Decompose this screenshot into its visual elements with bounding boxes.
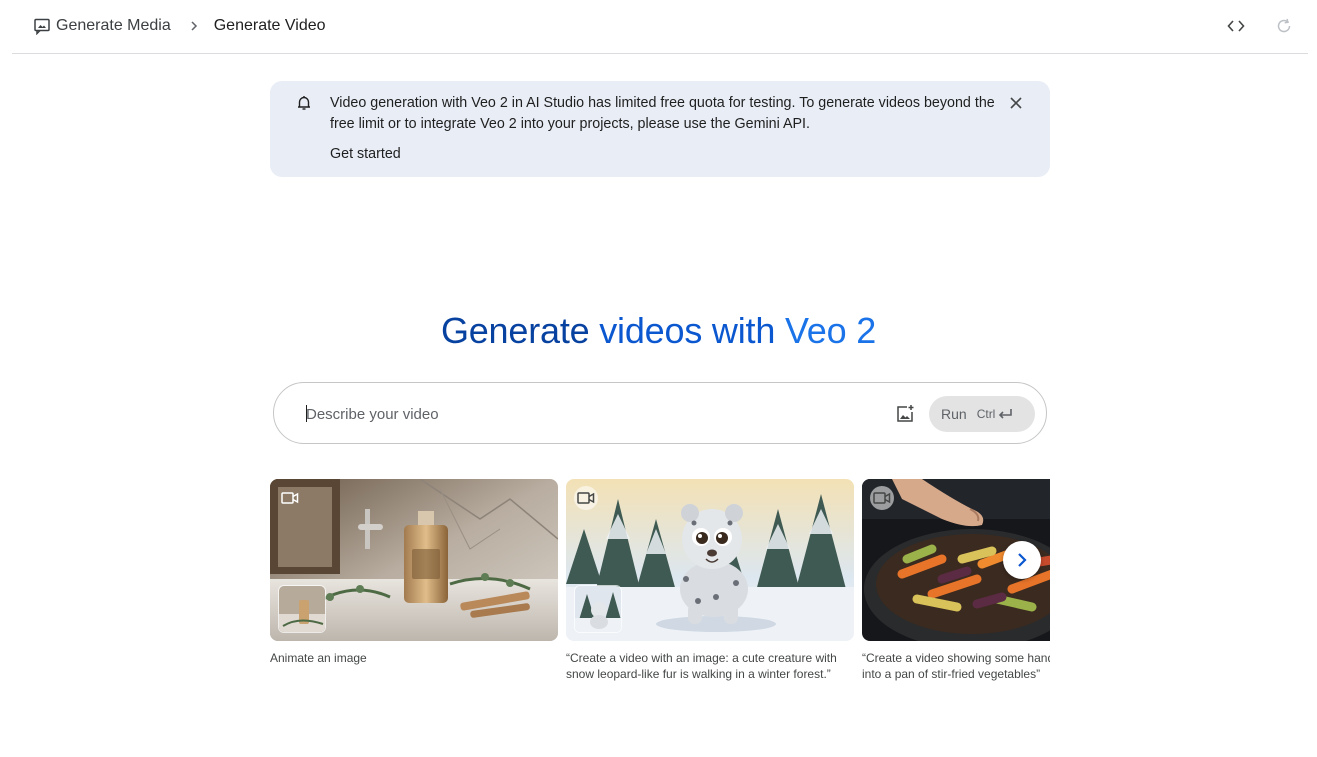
run-label: Run	[941, 406, 967, 422]
example-card-vegetables[interactable]: “Create a video showing some hand sprink…	[862, 479, 1050, 682]
title-part-2: videos with	[599, 310, 776, 351]
text-caret	[306, 405, 307, 422]
quota-banner: Video generation with Veo 2 in AI Studio…	[270, 81, 1050, 177]
example-caption: “Create a video with an image: a cute cr…	[566, 651, 837, 681]
page-title: Generate videos with Veo 2	[0, 310, 1317, 352]
example-image-snow-leopard	[566, 479, 854, 641]
example-card-snow-leopard[interactable]: “Create a video with an image: a cute cr…	[566, 479, 854, 682]
carousel-next-button[interactable]	[1003, 541, 1041, 579]
example-image-perfume	[270, 479, 558, 641]
run-shortcut: Ctrl	[977, 407, 1014, 421]
example-caption: Animate an image	[270, 651, 367, 665]
title-part-3: Veo 2	[784, 310, 877, 351]
describe-video-input[interactable]	[306, 402, 866, 426]
source-image-thumbnail	[574, 585, 622, 633]
prompt-box: Run Ctrl	[273, 382, 1047, 444]
get-started-link[interactable]: Get started	[330, 146, 401, 162]
example-carousel: Animate an image “Create a video with an…	[270, 479, 1050, 689]
add-image-icon[interactable]	[894, 403, 916, 425]
close-icon[interactable]	[1005, 92, 1027, 114]
example-caption: “Create a video showing some hand sprink…	[862, 651, 1050, 681]
video-camera-icon	[870, 486, 894, 510]
chevron-right-icon	[1015, 552, 1029, 568]
example-card-animate-image[interactable]: Animate an image	[270, 479, 558, 666]
title-part-1: Generate	[440, 310, 590, 351]
breadcrumb-generate-media[interactable]: Generate Media	[56, 17, 171, 35]
source-image-thumbnail	[278, 585, 326, 633]
banner-message: Video generation with Veo 2 in AI Studio…	[330, 95, 995, 132]
chat-image-icon	[33, 17, 51, 35]
top-bar: Generate Media Generate Video	[12, 0, 1308, 54]
ctrl-label: Ctrl	[976, 407, 996, 421]
bell-icon	[295, 94, 313, 112]
video-camera-icon	[278, 486, 302, 510]
breadcrumb: Generate Media Generate Video	[33, 14, 326, 38]
run-button[interactable]: Run Ctrl	[929, 396, 1035, 432]
video-camera-icon	[574, 486, 598, 510]
enter-key-icon	[997, 408, 1013, 420]
breadcrumb-generate-video: Generate Video	[213, 17, 326, 34]
refresh-icon[interactable]	[1272, 14, 1296, 38]
code-icon[interactable]	[1224, 14, 1248, 38]
chevron-right-icon	[189, 20, 199, 32]
